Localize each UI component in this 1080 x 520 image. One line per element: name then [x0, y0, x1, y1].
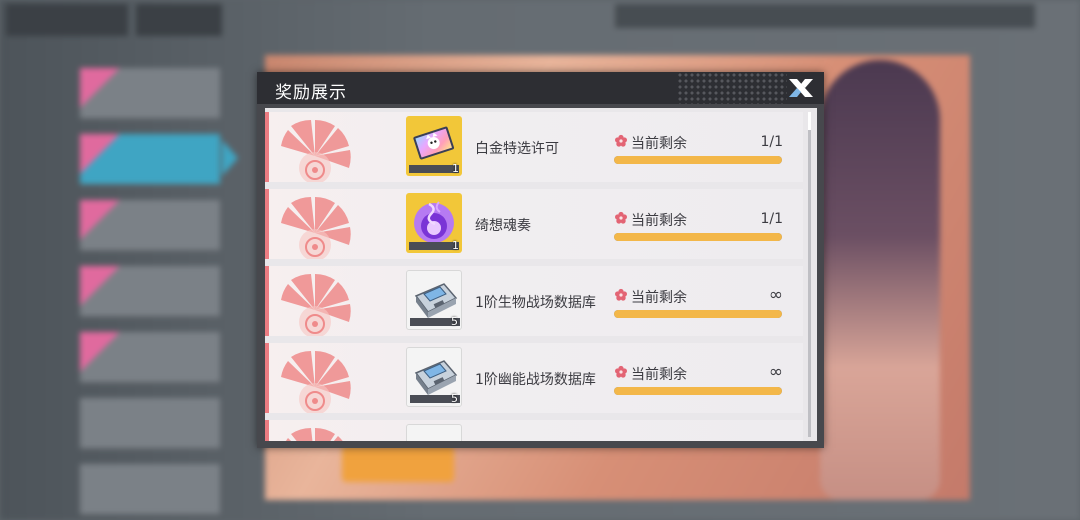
background-side-tab — [80, 200, 220, 252]
scrollbar[interactable] — [808, 112, 811, 437]
reward-list: 1 白金特选许可 当前剩余 1/1 1 绮想魂奏 当前剩余 1/1 5 1阶生物… — [265, 112, 805, 441]
sakura-icon — [614, 288, 628, 306]
close-icon — [789, 79, 813, 97]
remaining-progress-bar — [614, 233, 782, 241]
remaining-progress-bar — [614, 156, 782, 164]
remaining-label-text: 当前剩余 — [631, 213, 687, 229]
fan-emblem-icon — [275, 347, 355, 413]
item-name: 绮想魂奏 — [475, 218, 531, 234]
sakura-icon — [614, 134, 628, 152]
remaining-value: ∞ — [768, 285, 783, 305]
remaining-value: ∞ — [768, 362, 783, 382]
reward-display-dialog: 奖励展示 1 白金特选许可 当前剩余 1/1 1 绮想魂奏 当前剩余 1/1 5… — [257, 72, 824, 448]
remaining-label: 当前剩余 — [614, 364, 687, 384]
header-dot-pattern — [677, 72, 787, 104]
item-name: 1阶幽能战场数据库 — [475, 372, 596, 388]
item-quantity: 5 — [451, 315, 458, 328]
sakura-icon — [614, 211, 628, 229]
background-side-tab-active — [80, 134, 220, 186]
fan-emblem-icon — [275, 424, 355, 441]
remaining-progress-fill — [614, 156, 782, 164]
dialog-title: 奖励展示 — [275, 83, 347, 103]
reward-row[interactable]: 1 白金特选许可 当前剩余 1/1 — [265, 112, 803, 182]
item-quantity: 1 — [452, 162, 459, 175]
background-action-button — [342, 446, 454, 482]
remaining-progress-fill — [614, 387, 782, 395]
platinum-ticket-icon[interactable]: 1 — [406, 116, 462, 176]
item-name: 1阶生物战场数据库 — [475, 295, 596, 311]
remaining-label: 当前剩余 — [614, 133, 687, 153]
background-side-tab — [80, 332, 220, 384]
remaining-value: 1/1 — [760, 134, 783, 150]
remaining-value: 1/1 — [760, 211, 783, 227]
fan-emblem-icon — [275, 193, 355, 259]
background-side-tab — [80, 266, 220, 318]
item-quantity: 5 — [451, 392, 458, 405]
remaining-label-text: 当前剩余 — [631, 290, 687, 306]
remaining-progress-bar — [614, 310, 782, 318]
background-tab-arrow — [222, 140, 238, 176]
reward-row[interactable]: 5 1阶生物战场数据库 当前剩余 ∞ — [265, 266, 803, 336]
scrollbar-thumb[interactable] — [808, 112, 811, 130]
reward-row-partial[interactable] — [265, 420, 803, 441]
background-side-tab — [80, 68, 220, 120]
reward-row[interactable]: 1 绮想魂奏 当前剩余 1/1 — [265, 189, 803, 259]
close-button[interactable] — [781, 74, 821, 102]
purple-soul-orb-icon[interactable]: 1 — [406, 193, 462, 253]
reward-row[interactable]: 5 1阶幽能战场数据库 当前剩余 ∞ — [265, 343, 803, 413]
background-home-button — [136, 4, 222, 36]
background-side-tab — [80, 464, 220, 516]
remaining-progress-fill — [614, 233, 782, 241]
item-name: 白金特选许可 — [475, 141, 559, 157]
fan-emblem-icon — [275, 116, 355, 182]
remaining-label-text: 当前剩余 — [631, 367, 687, 383]
item-quantity: 1 — [452, 239, 459, 252]
data-device-icon[interactable]: 5 — [406, 270, 462, 330]
remaining-label-text: 当前剩余 — [631, 136, 687, 152]
background-resource-bar — [615, 4, 1035, 28]
reward-list-panel[interactable]: 1 白金特选许可 当前剩余 1/1 1 绮想魂奏 当前剩余 1/1 5 1阶生物… — [265, 108, 817, 441]
remaining-progress-fill — [614, 310, 782, 318]
remaining-label: 当前剩余 — [614, 210, 687, 230]
item-icon-partial[interactable] — [406, 424, 462, 441]
dialog-header: 奖励展示 — [257, 72, 824, 104]
fan-emblem-icon — [275, 270, 355, 336]
sakura-icon — [614, 365, 628, 383]
background-character-art — [820, 60, 940, 500]
remaining-label: 当前剩余 — [614, 287, 687, 307]
background-side-tab — [80, 398, 220, 450]
background-back-button — [6, 4, 128, 36]
data-device-icon[interactable]: 5 — [406, 347, 462, 407]
remaining-progress-bar — [614, 387, 782, 395]
